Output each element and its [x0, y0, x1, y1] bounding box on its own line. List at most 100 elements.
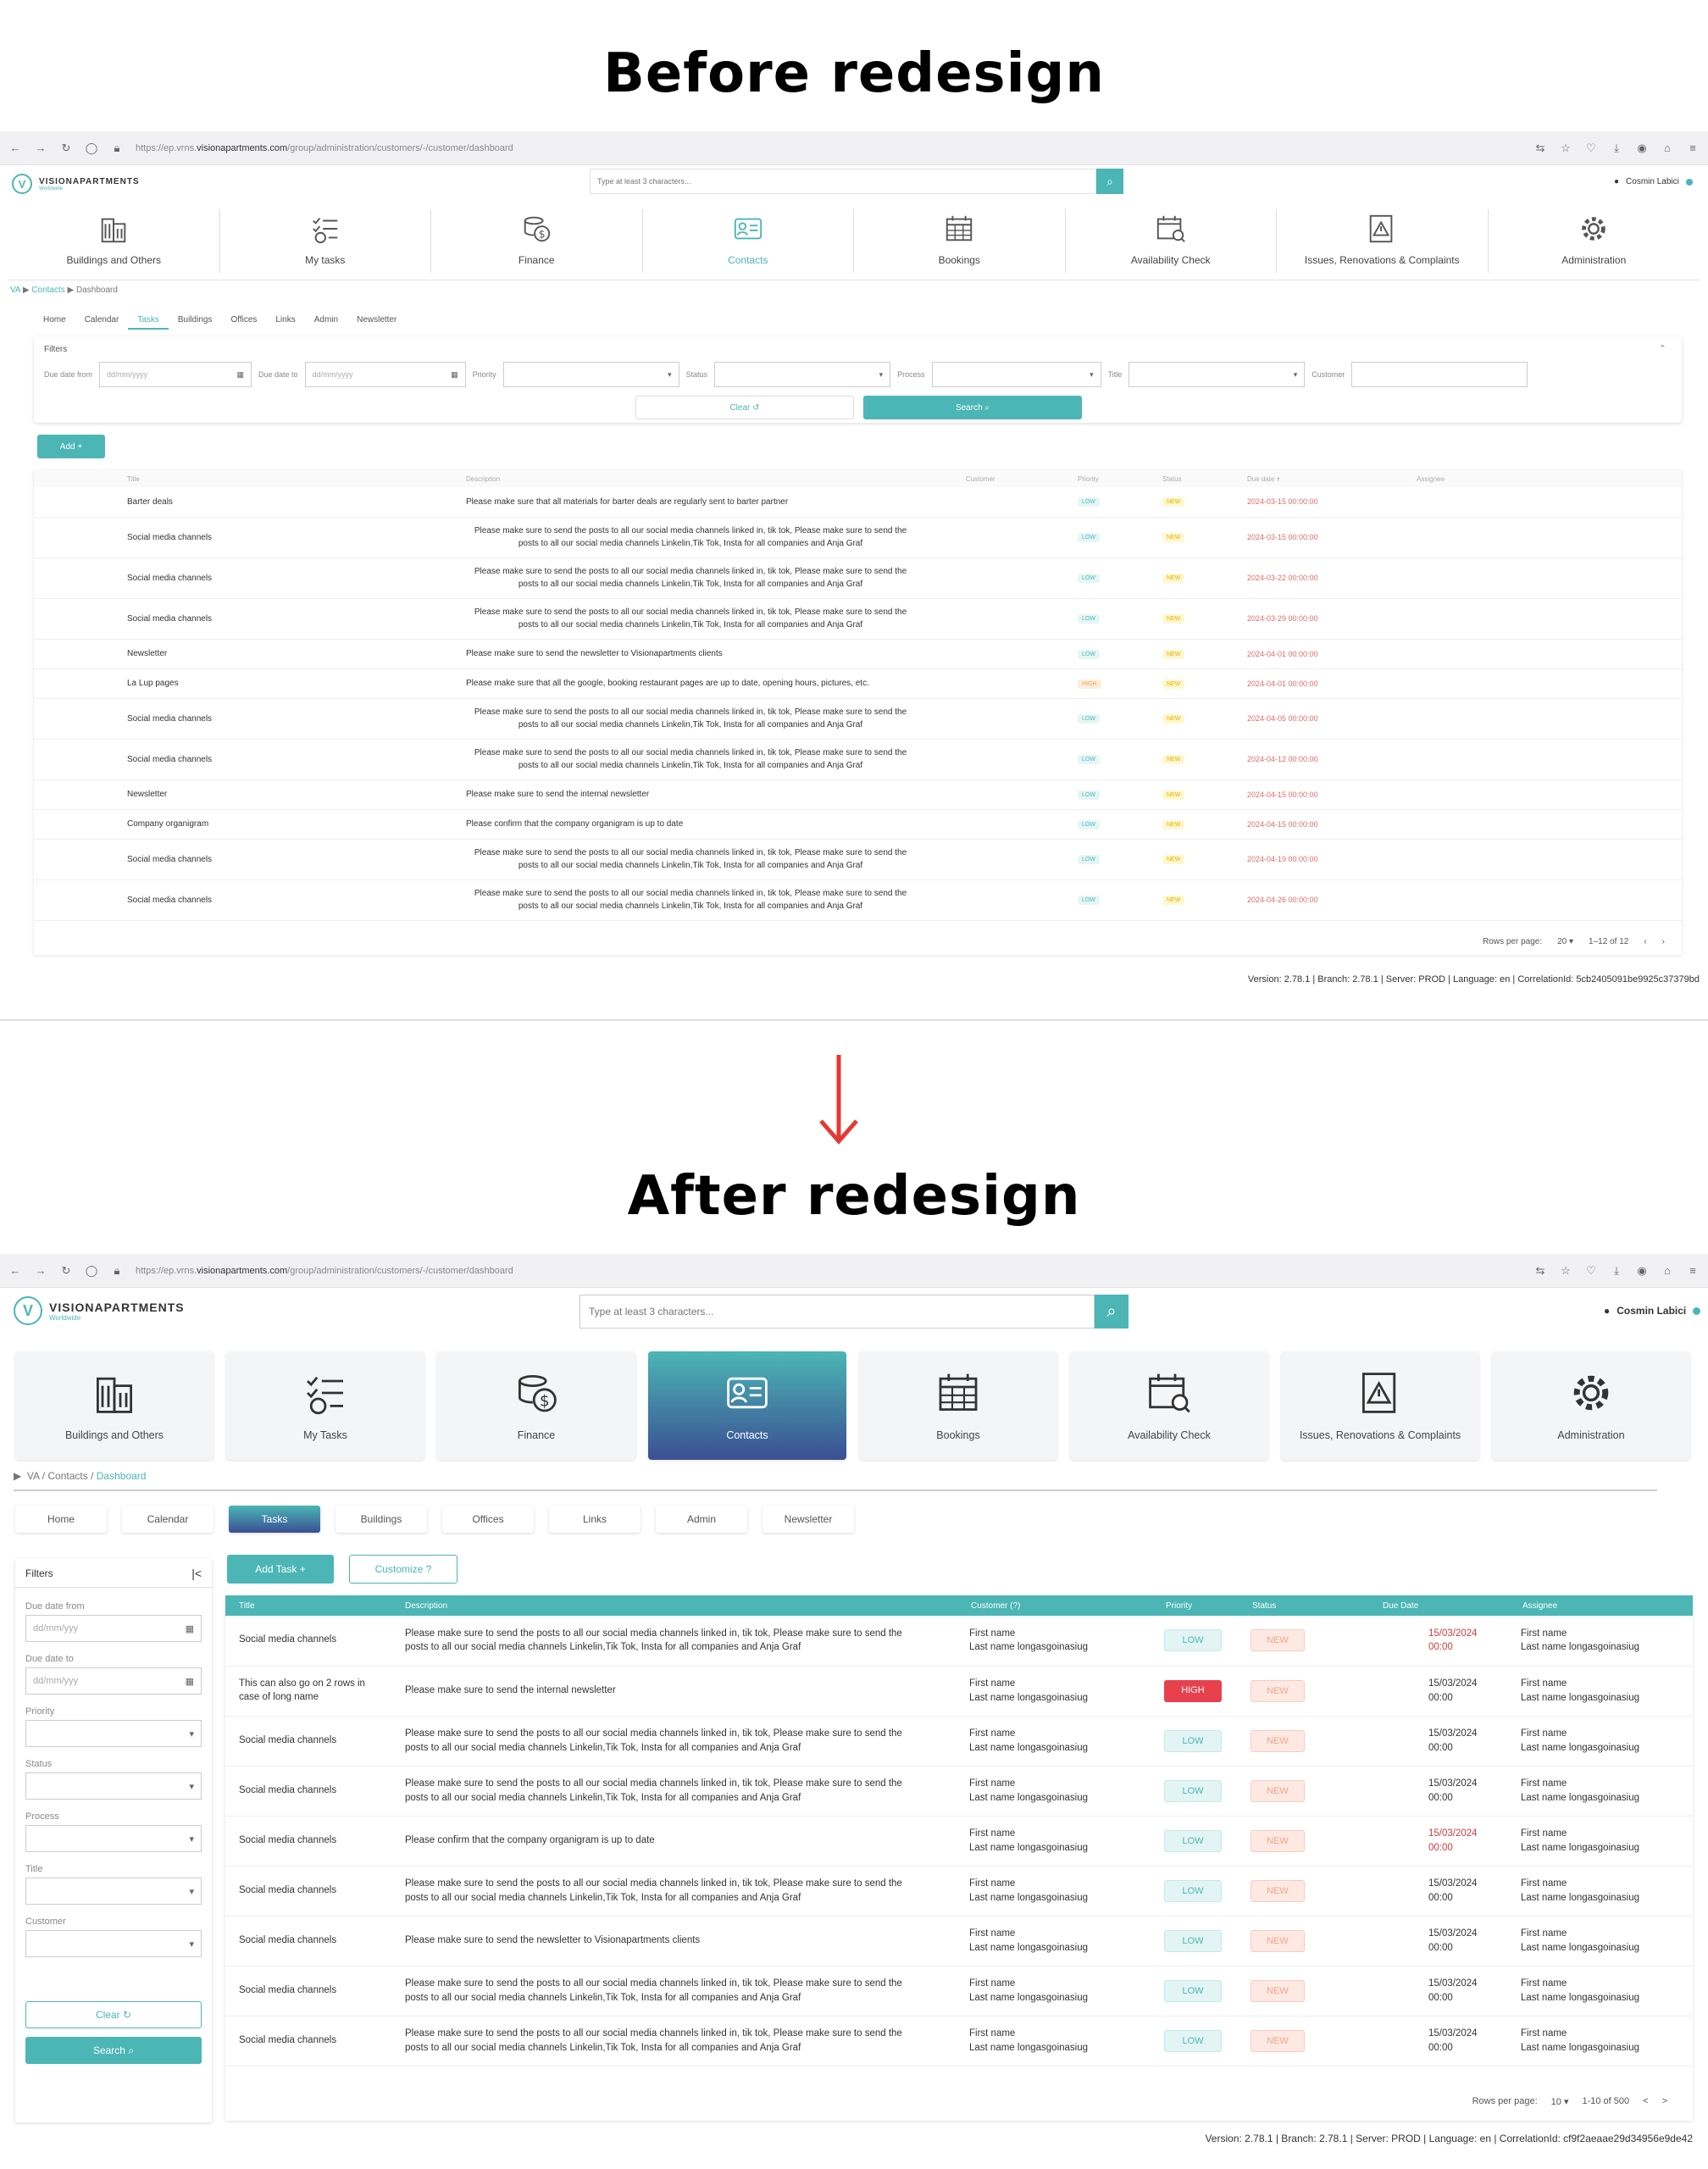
tab-links[interactable]: Links [549, 1506, 640, 1533]
nav-item-availability-check[interactable]: Availability Check [1066, 209, 1277, 273]
tab-home[interactable]: Home [34, 312, 75, 330]
search-button[interactable]: ⌕ [1095, 1295, 1128, 1329]
table-row[interactable]: Social media channels Please make sure t… [225, 1716, 1693, 1766]
status-select[interactable]: ▾ [714, 362, 891, 387]
column-header[interactable]: Priority [1164, 1595, 1250, 1616]
translate-icon[interactable]: ⇆ [1533, 141, 1547, 155]
table-row[interactable]: Barter deals Please make sure that all m… [34, 487, 1682, 517]
add-task-button[interactable]: Add Task + [227, 1555, 334, 1584]
account-icon[interactable]: ◉ [1635, 141, 1649, 155]
table-row[interactable]: Company organigram Please confirm that t… [34, 809, 1682, 839]
customer-input[interactable] [1351, 362, 1528, 387]
column-header[interactable]: Customer (?) [969, 1595, 1164, 1616]
nav-item-bookings[interactable]: Bookings [854, 209, 1066, 273]
clear-button[interactable]: Clear ↺ [635, 396, 854, 419]
nav-item-my-tasks[interactable]: My Tasks [226, 1351, 424, 1460]
pocket-icon[interactable]: ♡ [1584, 1264, 1598, 1278]
column-header[interactable]: Description [466, 470, 966, 487]
download-icon[interactable]: ⤓ [1610, 1264, 1623, 1278]
due-to-input[interactable]: dd/mm/yyy ▦ [25, 1667, 202, 1695]
status-select[interactable]: ▾ [25, 1772, 202, 1800]
search-filter-button[interactable]: Search ⌕ [863, 396, 1082, 419]
table-row[interactable]: Social media channels Please make sure t… [225, 1916, 1693, 1966]
tab-newsletter[interactable]: Newsletter [347, 312, 406, 330]
column-header[interactable]: Assignee [1521, 1595, 1693, 1616]
expand-icon[interactable]: ▶ [14, 1470, 21, 1482]
search-filter-button[interactable]: Search ⌕ [25, 2037, 202, 2064]
brand-logo[interactable]: V VISIONAPARTMENTS Worldwide [14, 1296, 185, 1325]
column-header[interactable]: Priority [1078, 470, 1162, 487]
address-bar[interactable]: https://ep.vrns.visionapartments.com/gro… [136, 143, 1522, 153]
table-row[interactable]: Social media channels Please make sure t… [34, 698, 1682, 739]
nav-item-finance[interactable]: $ Finance [437, 1351, 635, 1460]
nav-item-administration[interactable]: Administration [1492, 1351, 1690, 1460]
table-row[interactable]: Social media channels Please make sure t… [34, 598, 1682, 639]
nav-item-issues-renovations-complaints[interactable]: Issues, Renovations & Complaints [1277, 209, 1489, 273]
breadcrumb-root[interactable]: VA [27, 1470, 39, 1482]
table-row[interactable]: Social media channels Please make sure t… [34, 558, 1682, 598]
table-row[interactable]: Social media channels Please make sure t… [225, 1866, 1693, 1916]
process-select[interactable]: ▾ [931, 362, 1101, 387]
table-row[interactable]: This can also go on 2 rows in case of lo… [225, 1666, 1693, 1716]
column-header[interactable]: Status [1162, 470, 1247, 487]
breadcrumb-contacts[interactable]: Contacts [47, 1470, 87, 1482]
nav-item-my-tasks[interactable]: My tasks [220, 209, 431, 273]
nav-item-buildings-and-others[interactable]: Buildings and Others [8, 209, 220, 273]
column-header[interactable]: Status [1250, 1595, 1381, 1616]
table-row[interactable]: Newsletter Please make sure to send the … [34, 639, 1682, 668]
tab-admin[interactable]: Admin [656, 1506, 747, 1533]
tab-buildings[interactable]: Buildings [336, 1506, 427, 1533]
reload-icon[interactable]: ↻ [59, 141, 73, 155]
title-select[interactable]: ▾ [25, 1878, 202, 1905]
table-row[interactable]: Social media channels Please make sure t… [225, 2016, 1693, 2066]
priority-select[interactable]: ▾ [25, 1720, 202, 1747]
customize-button[interactable]: Customize ? [349, 1555, 458, 1584]
customer-select[interactable]: ▾ [25, 1930, 202, 1957]
column-header[interactable]: Description [403, 1595, 969, 1616]
breadcrumb-contacts[interactable]: Contacts [31, 286, 64, 295]
breadcrumb-root[interactable]: VA [10, 286, 20, 295]
extensions-icon[interactable]: ⌂ [1661, 141, 1674, 155]
tab-offices[interactable]: Offices [221, 312, 266, 330]
column-header[interactable]: Customer [966, 470, 1078, 487]
search-input[interactable] [580, 1295, 1095, 1329]
tab-admin[interactable]: Admin [305, 312, 347, 330]
tab-calendar[interactable]: Calendar [122, 1506, 214, 1533]
due-to-input[interactable]: dd/mm/yyyy ▦ [304, 362, 466, 387]
brand-logo[interactable]: V VISIONAPARTMENTS Worldwide [12, 174, 140, 194]
user-menu[interactable]: ● Cosmin Labici [1604, 1305, 1701, 1317]
tab-buildings[interactable]: Buildings [169, 312, 222, 330]
column-header[interactable]: Title [127, 470, 466, 487]
nav-item-issues-renovations-complaints[interactable]: Issues, Renovations & Complaints [1281, 1351, 1479, 1460]
clear-button[interactable]: Clear ↻ [25, 2001, 202, 2028]
due-from-input[interactable]: dd/mm/yyyy ▦ [99, 362, 252, 387]
column-header[interactable]: Due date ↑ [1247, 470, 1417, 487]
menu-icon[interactable]: ≡ [1686, 1264, 1700, 1278]
table-row[interactable]: Newsletter Please make sure to send the … [34, 779, 1682, 809]
title-select[interactable]: ▾ [1128, 362, 1306, 387]
add-button[interactable]: Add + [37, 435, 105, 458]
rows-per-page-select[interactable]: 10 ▾ [1551, 2096, 1569, 2107]
nav-item-bookings[interactable]: Bookings [859, 1351, 1057, 1460]
process-select[interactable]: ▾ [25, 1825, 202, 1852]
column-header[interactable]: Title [225, 1595, 403, 1616]
next-page-icon[interactable]: › [1662, 937, 1665, 946]
table-row[interactable]: Social media channels Please make sure t… [225, 1766, 1693, 1816]
tab-home[interactable]: Home [15, 1506, 107, 1533]
table-row[interactable]: La Lup pages Please make sure that all t… [34, 668, 1682, 698]
user-menu[interactable]: ● Cosmin Labici [1614, 177, 1693, 186]
back-icon[interactable]: ← [8, 141, 22, 155]
nav-item-finance[interactable]: $ Finance [431, 209, 643, 273]
translate-icon[interactable]: ⇆ [1533, 1264, 1547, 1278]
tab-offices[interactable]: Offices [442, 1506, 534, 1533]
prev-page-icon[interactable]: < [1643, 2096, 1648, 2107]
star-icon[interactable]: ☆ [1559, 141, 1572, 155]
tab-tasks[interactable]: Tasks [128, 312, 169, 330]
menu-icon[interactable]: ≡ [1686, 141, 1700, 155]
extensions-icon[interactable]: ⌂ [1661, 1264, 1674, 1278]
collapse-sidebar-icon[interactable]: |< [191, 1567, 202, 1580]
table-row[interactable]: Social media channels Please make sure t… [34, 517, 1682, 558]
tab-calendar[interactable]: Calendar [75, 312, 129, 330]
priority-select[interactable]: ▾ [502, 362, 679, 387]
nav-item-administration[interactable]: Administration [1489, 209, 1700, 273]
